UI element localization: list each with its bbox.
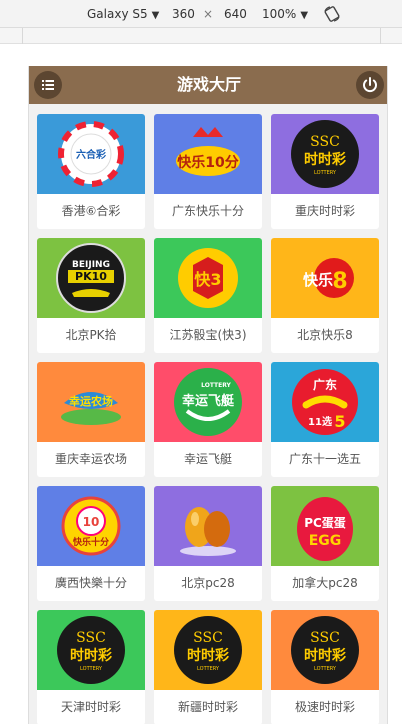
game-card[interactable]: BEIJING PK10 北京PK拾 [37,238,145,353]
page-title: 游戏大厅 [176,75,241,94]
svg-text:LOTTERY: LOTTERY [80,666,103,672]
ssc-icon: SSC 时时彩 LOTTERY [291,120,359,188]
zoom-level: 100% [262,7,297,21]
game-label: 北京pc28 [181,576,235,590]
svg-text:时时彩: 时时彩 [187,647,229,664]
game-card[interactable]: 快乐 8 北京快乐8 [271,238,379,353]
svg-text:SSC: SSC [310,630,340,646]
eleven-five-icon: 广东 11选 5 [292,369,358,435]
power-icon [363,77,377,93]
svg-text:SSC: SSC [310,134,340,150]
svg-text:时时彩: 时时彩 [70,647,112,664]
game-card[interactable]: SSC 时时彩 LOTTERY 天津时时彩 [37,610,145,724]
chevron-down-icon: ▼ [151,10,160,21]
phone-viewport: 游戏大厅 六合彩 香港⑥合彩 快乐10分 广东快乐十分 SSC 时时彩 LOTT… [28,66,388,724]
lucky-farm-icon: 幸运农场 [61,392,121,425]
svg-text:六合彩: 六合彩 [76,148,106,161]
width-input[interactable]: 360 [172,6,195,22]
svg-text:快3: 快3 [194,270,221,289]
game-card[interactable]: 10 快乐十分 廣西快樂十分 [37,486,145,601]
game-card[interactable]: 快乐10分 广东快乐十分 [154,114,262,229]
svg-text:5: 5 [334,412,345,431]
app-header: 游戏大厅 [29,66,387,104]
device-select[interactable]: Galaxy S5 ▼ [87,6,159,24]
device-name: Galaxy S5 [87,7,148,21]
game-label: 江苏骰宝(快3) [169,328,247,342]
svg-text:11选: 11选 [308,415,332,428]
devtools-toolbar: Galaxy S5 ▼ 360 × 640 100% ▼ [0,0,402,28]
game-label: 新疆时时彩 [177,700,238,714]
game-label: 幸运飞艇 [183,452,232,466]
game-card[interactable]: 快3 江苏骰宝(快3) [154,238,262,353]
svg-text:快乐: 快乐 [303,271,333,289]
game-card[interactable]: 广东 11选 5 广东十一选五 [271,362,379,477]
game-card[interactable]: 北京pc28 [154,486,262,601]
svg-text:8: 8 [332,269,347,294]
dice-icon: 快3 [178,248,238,308]
dimension-separator: × [203,7,214,21]
svg-text:时时彩: 时时彩 [304,151,346,168]
svg-text:PC蛋蛋: PC蛋蛋 [304,516,346,530]
game-label: 香港⑥合彩 [61,204,121,218]
game-label: 极速时时彩 [294,700,355,714]
pk10-icon: BEIJING PK10 [56,243,126,313]
rotate-icon[interactable] [323,5,341,23]
game-label: 广东十一选五 [288,452,361,466]
game-card[interactable]: LOTTERY 幸运飞艇 幸运飞艇 [154,362,262,477]
game-label: 天津时时彩 [60,700,121,714]
game-label: 北京快乐8 [297,328,353,342]
game-label: 加拿大pc28 [292,576,358,590]
six-lottery-icon: 六合彩 [58,121,124,187]
game-label: 廣西快樂十分 [54,576,127,590]
game-label: 重庆时时彩 [294,204,355,218]
chevron-down-icon: ▼ [300,10,309,21]
svg-text:时时彩: 时时彩 [304,647,346,664]
guangxi-happy-ten-icon: 10 快乐十分 [61,496,121,556]
game-card[interactable]: PC蛋蛋 EGG 加拿大pc28 [271,486,379,601]
game-card[interactable]: 幸运农场 重庆幸运农场 [37,362,145,477]
lucky-boat-icon: LOTTERY 幸运飞艇 [174,368,242,436]
svg-text:幸运飞艇: 幸运飞艇 [182,393,235,409]
power-button[interactable] [356,71,384,99]
pc-egg-icon: PC蛋蛋 EGG [297,497,353,561]
svg-text:BEIJING: BEIJING [72,260,110,270]
height-input[interactable]: 640 [224,6,247,22]
game-label: 重庆幸运农场 [54,452,127,466]
svg-text:PK10: PK10 [75,270,107,283]
svg-text:幸运农场: 幸运农场 [69,394,113,408]
zoom-select[interactable]: 100% ▼ [262,6,308,24]
svg-text:广东: 广东 [313,377,337,392]
svg-text:LOTTERY: LOTTERY [314,170,337,176]
game-card[interactable]: SSC 时时彩 LOTTERY 重庆时时彩 [271,114,379,229]
game-card[interactable]: SSC 时时彩 LOTTERY 新疆时时彩 [154,610,262,724]
ssc-icon: SSC 时时彩 LOTTERY [174,616,242,684]
svg-text:LOTTERY: LOTTERY [201,382,231,389]
ssc-icon: SSC 时时彩 LOTTERY [291,616,359,684]
svg-text:快乐十分: 快乐十分 [73,536,109,548]
game-card[interactable]: 六合彩 香港⑥合彩 [37,114,145,229]
game-label: 北京PK拾 [65,328,117,342]
svg-text:SSC: SSC [76,630,106,646]
ssc-icon: SSC 时时彩 LOTTERY [57,616,125,684]
eggs-icon [180,507,236,556]
svg-text:10: 10 [83,515,100,529]
svg-text:LOTTERY: LOTTERY [314,666,337,672]
happy-eight-icon: 快乐 8 [303,258,354,298]
happy-ten-icon: 快乐10分 [176,127,240,176]
svg-text:EGG: EGG [309,533,342,549]
svg-text:LOTTERY: LOTTERY [197,666,220,672]
game-label: 广东快乐十分 [171,204,244,218]
svg-text:SSC: SSC [193,630,223,646]
ruler [0,28,402,44]
game-card[interactable]: SSC 时时彩 LOTTERY 极速时时彩 [271,610,379,724]
svg-text:快乐10分: 快乐10分 [177,154,238,171]
